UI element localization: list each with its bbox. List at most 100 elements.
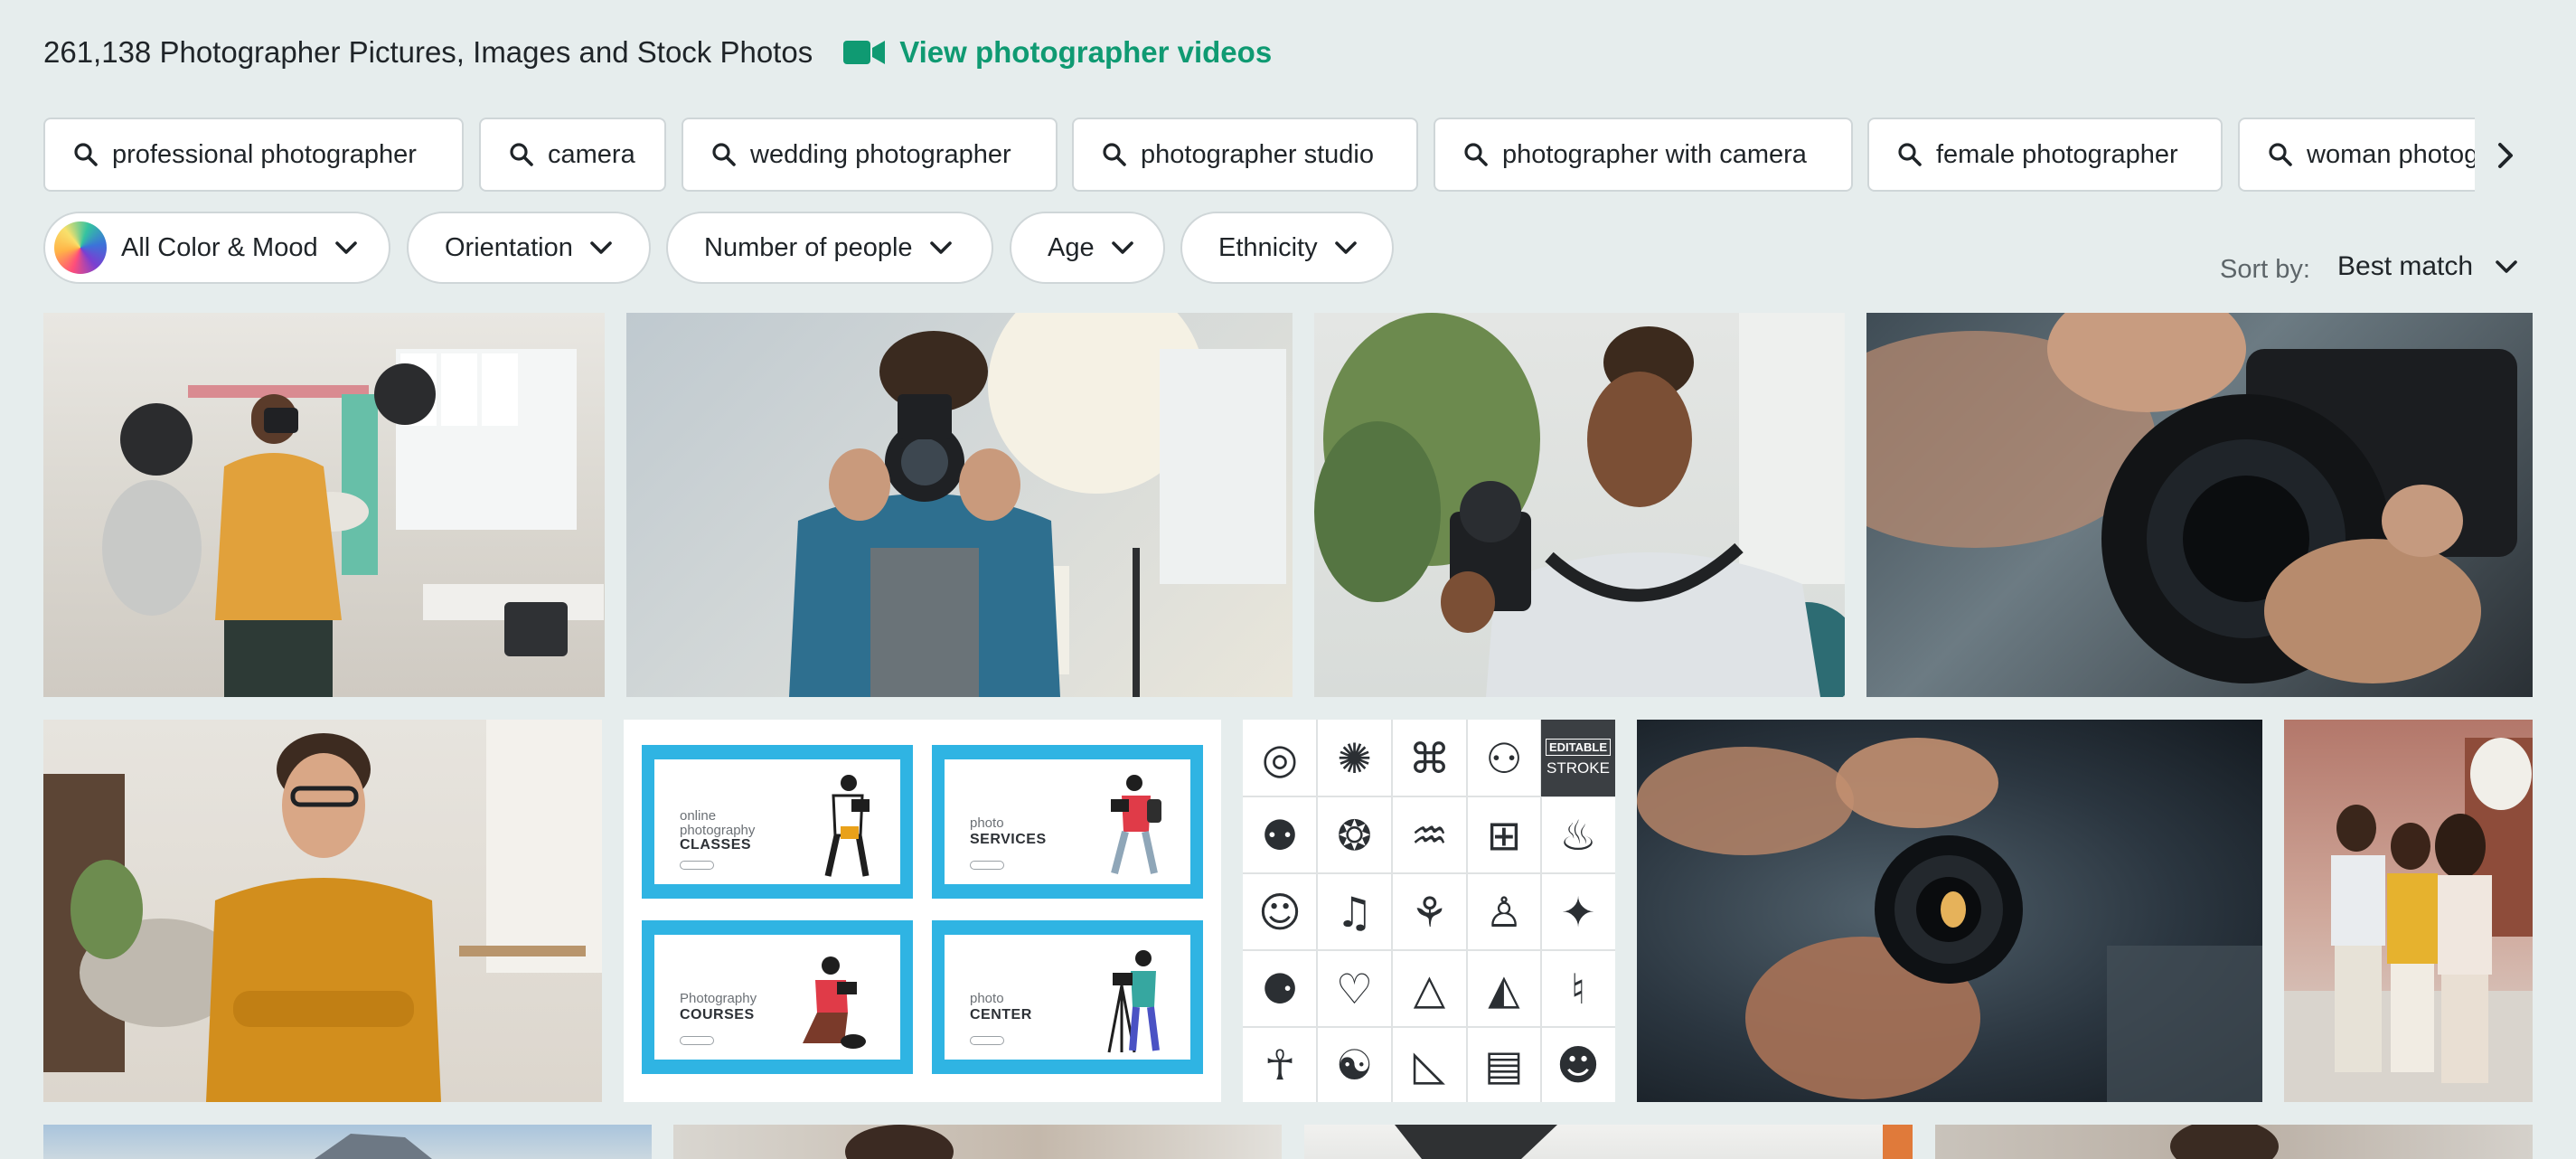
cake-icon: ♨ xyxy=(1559,810,1597,860)
photo-row3-tile-1[interactable] xyxy=(43,1125,652,1159)
banner-courses-button xyxy=(680,1036,714,1045)
photo-woman-holding-camera-art xyxy=(1314,313,1845,697)
figure-photographer-icon xyxy=(1107,950,1160,1053)
results-header: 261,138 Photographer Pictures, Images an… xyxy=(43,33,1272,72)
chevron-right-icon xyxy=(2498,143,2513,168)
number-of-people-label: Number of people xyxy=(704,232,913,262)
swimmer-icon: ♒ xyxy=(1410,810,1449,860)
chip-label: professional photographer xyxy=(112,139,417,169)
ethnicity-label: Ethnicity xyxy=(1218,232,1318,262)
banner-courses-title: COURSES xyxy=(680,1007,755,1022)
banner-classes: online photography CLASSES xyxy=(642,745,913,899)
balloons-icon: ⚘ xyxy=(1410,887,1449,937)
photo-row3-tile-3[interactable] xyxy=(1304,1125,1913,1159)
banner-center-button xyxy=(970,1036,1004,1045)
related-searches: professional photographer camera wedding… xyxy=(43,118,2520,192)
photo-row3-tile-2[interactable] xyxy=(673,1125,1282,1159)
photo-man-yellow-sweater[interactable] xyxy=(43,720,602,1102)
color-mood-filter[interactable]: All Color & Mood xyxy=(43,212,390,284)
number-of-people-filter[interactable]: Number of people xyxy=(666,212,993,284)
related-search-chip[interactable]: photographer studio xyxy=(1072,118,1418,192)
party-hat-icon: △ xyxy=(1413,964,1446,1013)
related-search-chip[interactable]: photographer with camera xyxy=(1434,118,1853,192)
banner-classes-title: CLASSES xyxy=(680,837,752,853)
badge-line1: EDITABLE xyxy=(1545,739,1612,756)
orientation-filter[interactable]: Orientation xyxy=(407,212,651,284)
search-icon xyxy=(510,143,533,166)
age-filter[interactable]: Age xyxy=(1010,212,1165,284)
editable-stroke-badge: EDITABLE STROKE xyxy=(1541,720,1615,796)
presentation-icon: ▤ xyxy=(1484,1040,1524,1089)
photo-man-with-camera-studio[interactable] xyxy=(626,313,1293,697)
orientation-label: Orientation xyxy=(445,232,573,262)
search-icon xyxy=(712,143,736,166)
search-icon xyxy=(1464,143,1488,166)
photo-woman-photographer-studio[interactable] xyxy=(43,313,605,697)
banner-center-title: CENTER xyxy=(970,1007,1032,1022)
chip-label: camera xyxy=(548,139,635,169)
sort-dropdown[interactable]: Best match xyxy=(2337,251,2518,282)
banner-services-button xyxy=(970,861,1004,870)
pizza-slice-icon: ◭ xyxy=(1488,964,1520,1013)
view-videos-link[interactable]: View photographer videos xyxy=(843,35,1272,70)
banner-courses-inner: Photography COURSES xyxy=(654,935,900,1060)
photo-camera-lens-closeup[interactable] xyxy=(1637,720,2262,1102)
photo-row3-tile-4[interactable] xyxy=(1935,1125,2533,1159)
search-icon xyxy=(2269,143,2292,166)
face-icon: ☺ xyxy=(1258,887,1302,937)
color-mood-label: All Color & Mood xyxy=(121,232,318,262)
results-title: 261,138 Photographer Pictures, Images an… xyxy=(43,35,813,69)
ethnicity-filter[interactable]: Ethnicity xyxy=(1180,212,1394,284)
hug-icon: ♡ xyxy=(1335,964,1374,1013)
celebrating-people-icon: ☻ xyxy=(1556,1040,1600,1089)
related-search-chip[interactable]: female photographer xyxy=(1867,118,2223,192)
gift-icon: ⊞ xyxy=(1486,810,1522,860)
illustration-photography-banners[interactable]: online photography CLASSES photo SERVICE… xyxy=(624,720,1221,1102)
dancing-couple-icon: ☯ xyxy=(1335,1040,1374,1089)
photo-row3-tile-3-art xyxy=(1395,1125,1913,1159)
photo-man-yellow-sweater-art xyxy=(43,720,602,1102)
chevron-down-icon xyxy=(334,241,357,254)
photo-hands-adjusting-lens[interactable] xyxy=(1866,313,2533,697)
film-roll-icon: ⌘ xyxy=(1408,733,1451,783)
icon-set-photographer-line-icons[interactable]: ◎ ✺ ⌘ ⚇ EDITABLE STROKE ⚉ ❂ ♒ ⊞ ♨ ☺ ♫ ⚘ … xyxy=(1243,720,1615,1102)
banner-classes-button xyxy=(680,861,714,870)
photo-woman-photographer-studio-art xyxy=(102,349,604,697)
banner-services-inner: photo SERVICES xyxy=(945,759,1190,884)
banner-services: photo SERVICES xyxy=(932,745,1203,899)
chevron-down-icon xyxy=(590,241,612,254)
chevron-down-icon xyxy=(2496,260,2517,273)
banner-courses-line1: Photography xyxy=(680,991,757,1006)
age-label: Age xyxy=(1048,232,1095,262)
chevron-down-icon xyxy=(1334,241,1357,254)
related-search-chip[interactable]: camera xyxy=(479,118,666,192)
figure-photographer-icon xyxy=(824,775,870,877)
banner-services-line1: photo xyxy=(970,815,1004,831)
photo-friends-looking-at-camera[interactable] xyxy=(2284,720,2533,1102)
related-search-chip[interactable]: wedding photographer xyxy=(682,118,1058,192)
champagne-icon: ♮ xyxy=(1570,964,1586,1013)
video-camera-icon xyxy=(843,41,886,64)
chip-label: photographer studio xyxy=(1141,139,1374,169)
banner-center-line1: photo xyxy=(970,991,1004,1006)
sort-label: Sort by: xyxy=(2220,255,2310,284)
related-search-chip[interactable]: professional photographer xyxy=(43,118,464,192)
photo-woman-holding-camera[interactable] xyxy=(1314,313,1845,697)
chip-label: female photographer xyxy=(1936,139,2178,169)
figure-photographer-icon xyxy=(803,956,866,1049)
camera-lens-icon: ◎ xyxy=(1261,733,1299,783)
person-icon: ♙ xyxy=(1485,887,1523,937)
cake-slice-fork-icon: ◺ xyxy=(1413,1040,1446,1089)
search-icon xyxy=(74,143,98,166)
banner-services-title: SERVICES xyxy=(970,832,1047,847)
chevron-down-icon xyxy=(1111,241,1133,254)
banner-center: photo CENTER xyxy=(932,920,1203,1074)
photographer-figure-icon: ⚇ xyxy=(1485,733,1523,783)
firework-rocket-icon: ✦ xyxy=(1560,887,1596,937)
banner-classes-line2: photography xyxy=(680,823,756,838)
chips-next-button[interactable] xyxy=(2486,136,2525,175)
flash-icon: ✺ xyxy=(1337,733,1372,783)
guitar-player-icon: ♫ xyxy=(1335,887,1374,937)
banner-classes-line1: online xyxy=(680,808,717,824)
view-videos-label: View photographer videos xyxy=(899,35,1273,69)
